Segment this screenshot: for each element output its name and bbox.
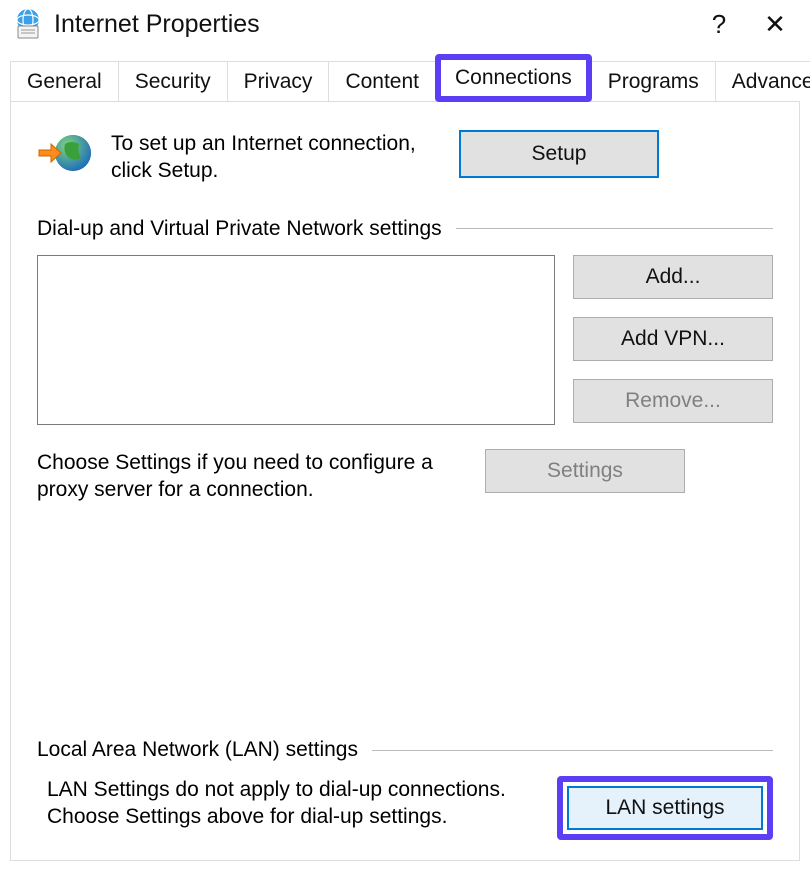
add-button[interactable]: Add... <box>573 255 773 299</box>
help-button[interactable]: ? <box>696 9 742 40</box>
divider <box>372 750 773 751</box>
setup-row: To set up an Internet connection, click … <box>37 130 773 185</box>
lan-hint-text: LAN Settings do not apply to dial-up con… <box>37 776 539 831</box>
globe-arrow-icon <box>37 130 93 176</box>
proxy-hint-text: Choose Settings if you need to configure… <box>37 449 467 504</box>
tab-programs[interactable]: Programs <box>591 61 716 102</box>
tab-privacy[interactable]: Privacy <box>227 61 330 102</box>
internet-options-icon <box>12 8 44 40</box>
tab-strip: General Security Privacy Content Connect… <box>10 54 800 102</box>
tab-connections[interactable]: Connections <box>435 54 592 102</box>
connection-settings-button: Settings <box>485 449 685 493</box>
window-title: Internet Properties <box>54 10 686 39</box>
titlebar: Internet Properties ? ✕ <box>0 0 810 54</box>
lan-button-highlight: LAN settings <box>557 776 773 840</box>
close-button[interactable]: ✕ <box>752 9 798 40</box>
divider <box>456 228 773 229</box>
lan-heading: Local Area Network (LAN) settings <box>37 738 773 762</box>
dialup-button-column: Add... Add VPN... Remove... <box>573 255 773 423</box>
setup-text: To set up an Internet connection, click … <box>111 130 441 185</box>
add-vpn-button[interactable]: Add VPN... <box>573 317 773 361</box>
proxy-hint-row: Choose Settings if you need to configure… <box>37 449 773 504</box>
lan-heading-label: Local Area Network (LAN) settings <box>37 738 358 762</box>
lan-settings-button[interactable]: LAN settings <box>567 786 763 830</box>
connections-listbox[interactable] <box>37 255 555 425</box>
tab-security[interactable]: Security <box>118 61 228 102</box>
connections-panel: To set up an Internet connection, click … <box>10 101 800 861</box>
setup-button[interactable]: Setup <box>459 130 659 178</box>
tab-general[interactable]: General <box>10 61 119 102</box>
tab-content[interactable]: Content <box>328 61 436 102</box>
lan-section: Local Area Network (LAN) settings LAN Se… <box>37 738 773 840</box>
dialup-area: Add... Add VPN... Remove... <box>37 255 773 425</box>
tab-advanced[interactable]: Advanced <box>715 61 810 102</box>
remove-button: Remove... <box>573 379 773 423</box>
lan-row: LAN Settings do not apply to dial-up con… <box>37 776 773 840</box>
dialup-heading-label: Dial-up and Virtual Private Network sett… <box>37 217 442 241</box>
dialup-heading: Dial-up and Virtual Private Network sett… <box>37 217 773 241</box>
